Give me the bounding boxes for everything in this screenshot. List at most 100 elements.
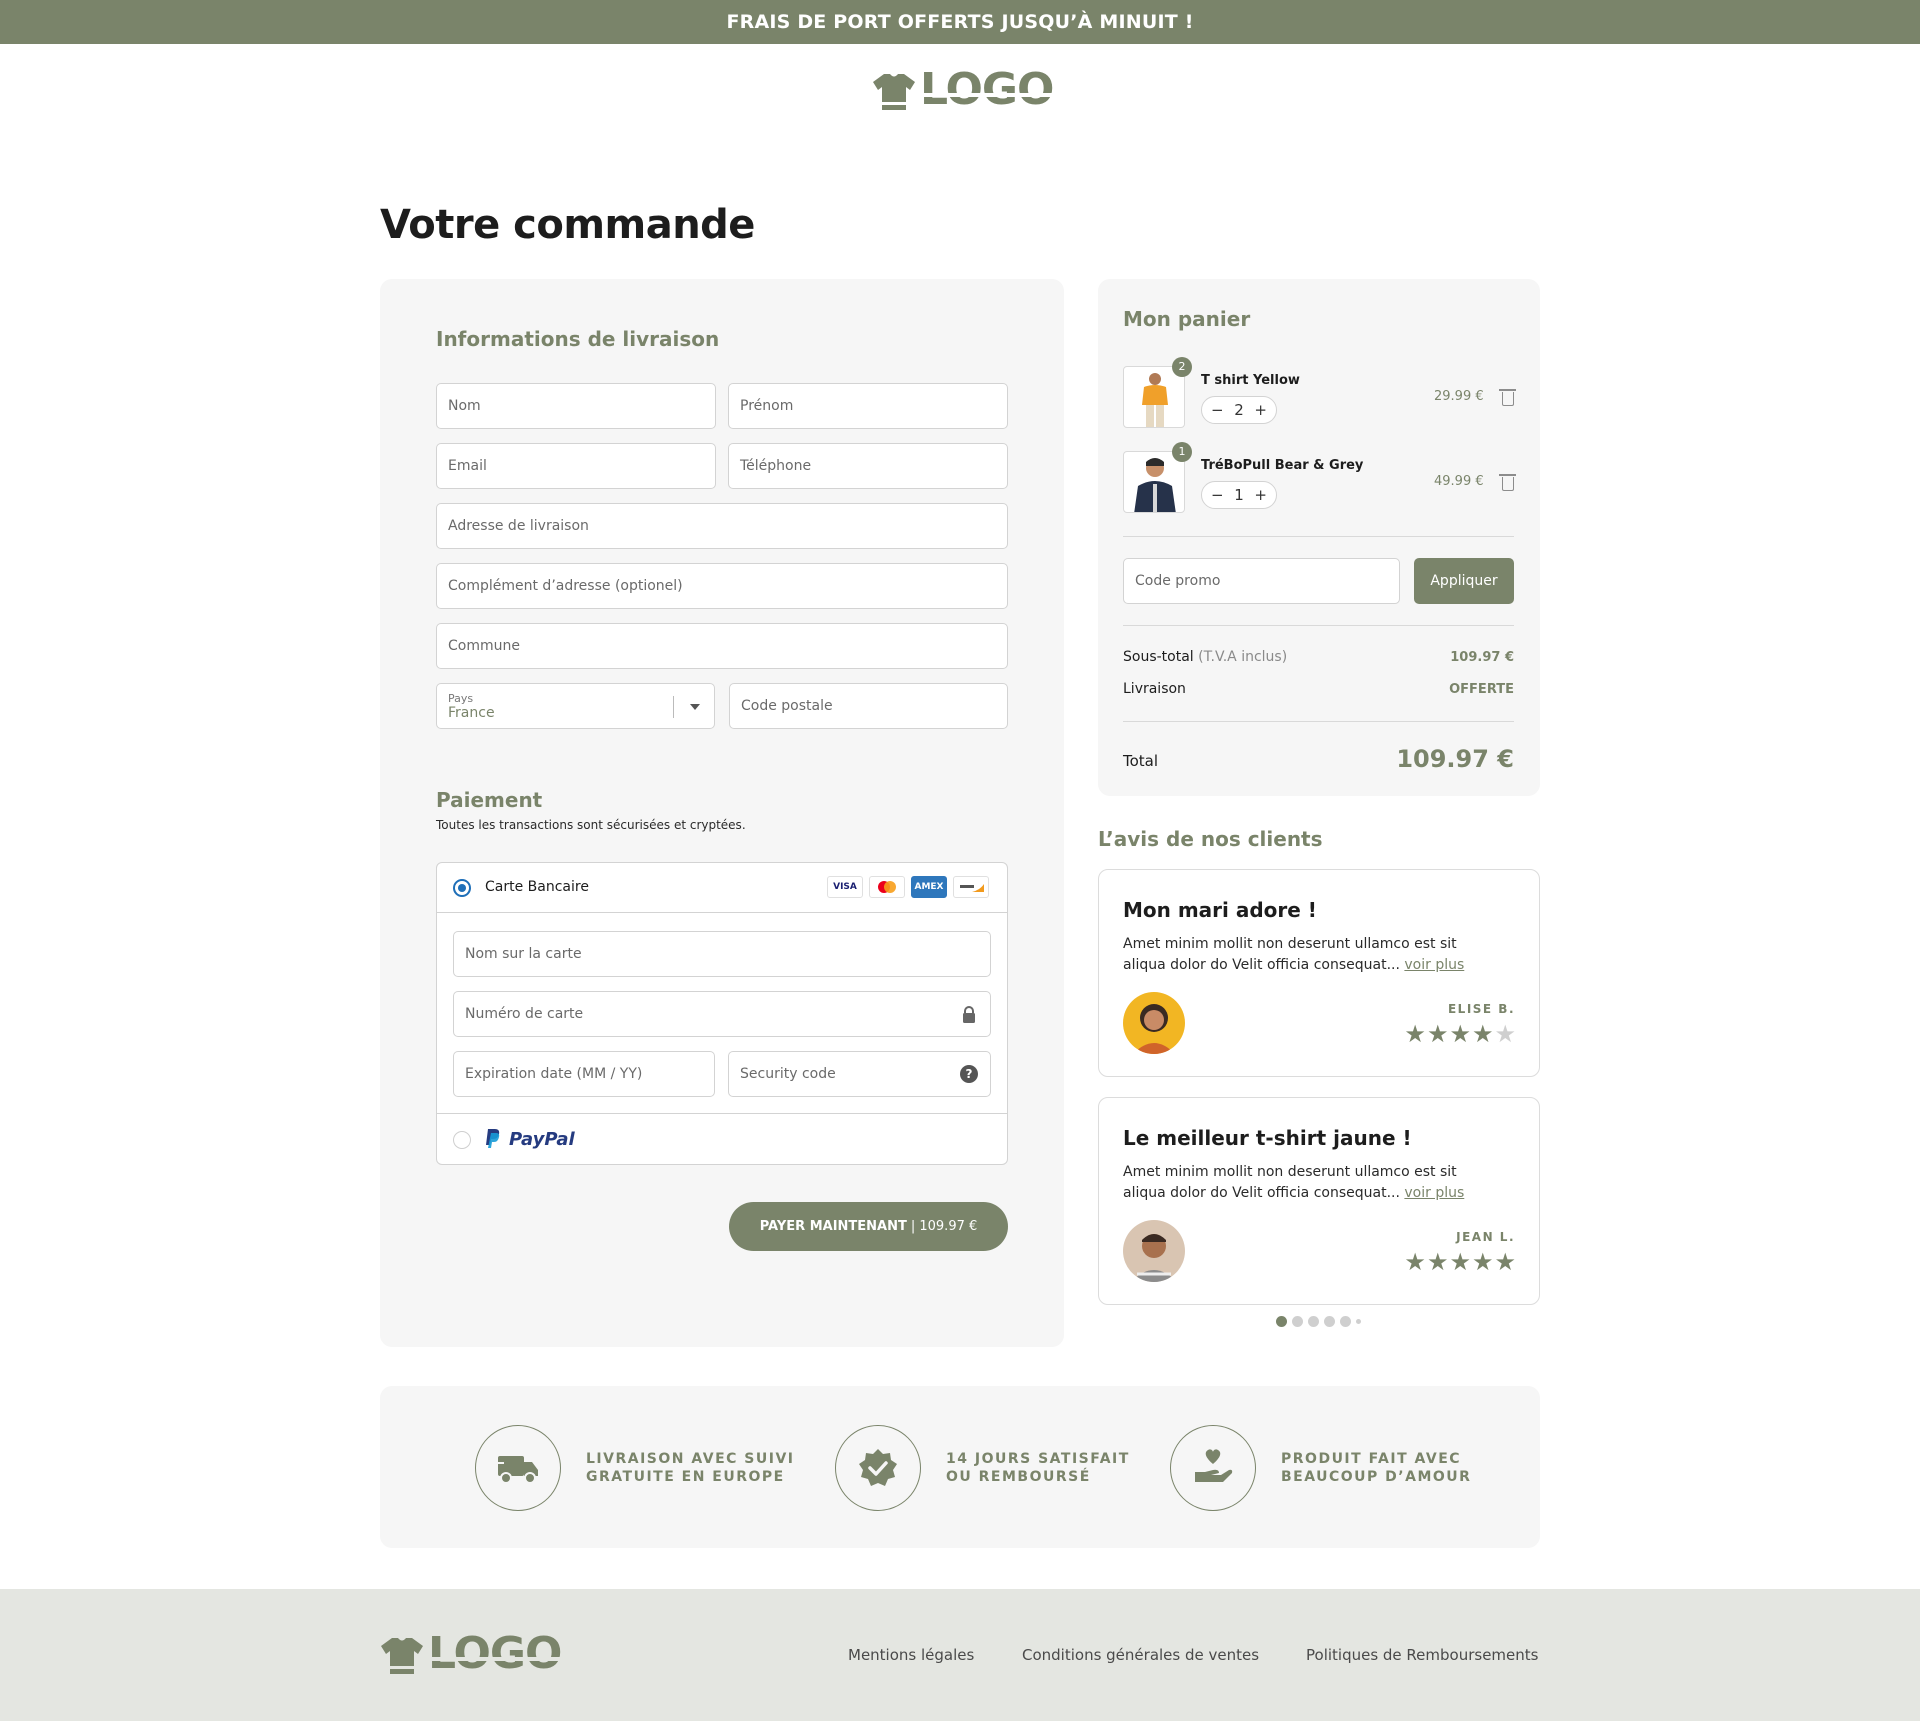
amex-icon: AMEX — [911, 876, 947, 898]
card-number-field[interactable]: Numéro de carte — [453, 991, 991, 1037]
star-icon: ★ — [1449, 1248, 1472, 1276]
card-option-label: Carte Bancaire — [485, 879, 589, 895]
feature-text: LIVRAISON AVEC SUIVI GRATUITE EN EUROPE — [586, 1451, 795, 1485]
page-title: Votre commande — [380, 202, 755, 248]
card-name-field[interactable]: Nom sur la carte — [453, 931, 991, 977]
footer-link-remboursements[interactable]: Politiques de Remboursements — [1306, 1646, 1538, 1664]
star-icon: ★ — [1404, 1020, 1427, 1048]
card-option-row[interactable]: Carte Bancaire VISA AMEX — [437, 863, 1007, 913]
divider — [1123, 536, 1514, 537]
trash-icon[interactable] — [1499, 474, 1516, 491]
reviews-title: L’avis de nos clients — [1098, 827, 1323, 851]
address-field[interactable]: Adresse de livraison — [436, 503, 1008, 549]
plus-button[interactable]: + — [1254, 486, 1267, 504]
payment-methods: Carte Bancaire VISA AMEX Nom sur la cart… — [436, 862, 1008, 1165]
carousel-dot[interactable] — [1292, 1316, 1303, 1327]
star-icon: ★ — [1404, 1248, 1427, 1276]
quantity-stepper[interactable]: − 2 + — [1201, 396, 1277, 424]
country-select[interactable]: Pays France — [436, 683, 715, 729]
lock-icon — [963, 1006, 975, 1023]
trash-icon[interactable] — [1499, 389, 1516, 406]
carousel-dot[interactable] — [1356, 1319, 1361, 1324]
minus-button[interactable]: − — [1211, 486, 1224, 504]
avatar — [1123, 992, 1185, 1054]
card-radio[interactable] — [453, 879, 471, 897]
cart-item-price: 49.99 € — [1434, 474, 1484, 489]
prenom-field[interactable]: Prénom — [728, 383, 1008, 429]
promo-code-input[interactable]: Code promo — [1123, 558, 1400, 604]
cart-item-name: TréBoPull Bear & Grey — [1201, 458, 1364, 473]
payment-title: Paiement — [436, 788, 543, 812]
commune-field[interactable]: Commune — [436, 623, 1008, 669]
verified-badge-icon — [835, 1425, 921, 1511]
total-value: 109.97 € — [1396, 745, 1514, 773]
footer-link-mentions[interactable]: Mentions légales — [848, 1646, 974, 1664]
star-icon: ★ — [1449, 1020, 1472, 1048]
footer-logo[interactable]: LOGO — [380, 1628, 562, 1679]
discover-icon — [953, 876, 989, 898]
footer-link-cgv[interactable]: Conditions générales de ventes — [1022, 1646, 1259, 1664]
chevron-down-icon — [690, 704, 700, 710]
pay-now-button[interactable]: PAYER MAINTENANT | 109.97 € — [729, 1202, 1008, 1251]
nom-field[interactable]: Nom — [436, 383, 716, 429]
delivery-truck-icon — [475, 1425, 561, 1511]
shipping-label: Livraison — [1123, 681, 1186, 697]
paypal-radio[interactable] — [453, 1131, 471, 1149]
quantity-badge: 1 — [1172, 442, 1192, 462]
carousel-dot[interactable] — [1340, 1316, 1351, 1327]
cart-title: Mon panier — [1123, 307, 1251, 331]
postal-code-field[interactable]: Code postale — [729, 683, 1008, 729]
star-icon: ★ — [1426, 1248, 1450, 1276]
header-logo[interactable]: LOGO — [872, 68, 1054, 112]
cart-item-price: 29.99 € — [1434, 389, 1484, 404]
carousel-dot[interactable] — [1276, 1316, 1287, 1327]
plus-button[interactable]: + — [1254, 401, 1267, 419]
feature-text: 14 JOURS SATISFAIT OU REMBOURSÉ — [946, 1451, 1130, 1485]
subtotal-value: 109.97 € — [1450, 650, 1514, 665]
quantity-value: 1 — [1234, 486, 1244, 504]
quantity-value: 2 — [1234, 401, 1244, 419]
address-complement-field[interactable]: Complément d’adresse (optionel) — [436, 563, 1008, 609]
star-icon: ★ — [1426, 1020, 1450, 1048]
read-more-link[interactable]: voir plus — [1404, 957, 1464, 973]
total-label: Total — [1123, 752, 1159, 770]
paypal-option-row[interactable]: PayPal — [437, 1113, 1007, 1164]
help-icon[interactable]: ? — [960, 1065, 978, 1083]
star-icon: ★ — [1494, 1248, 1517, 1276]
review-card: Le meilleur t-shirt jaune ! Amet minim m… — [1098, 1097, 1540, 1305]
quantity-stepper[interactable]: − 1 + — [1201, 481, 1277, 509]
read-more-link[interactable]: voir plus — [1404, 1185, 1464, 1201]
checkout-form-panel — [380, 279, 1064, 1347]
select-divider — [673, 696, 674, 718]
carousel-dot[interactable] — [1308, 1316, 1319, 1327]
shipping-title: Informations de livraison — [436, 327, 720, 351]
paypal-label: PayPal — [509, 1129, 575, 1150]
email-field[interactable]: Email — [436, 443, 716, 489]
star-rating: ★★★★★ — [1404, 1248, 1517, 1276]
feature-text: PRODUIT FAIT AVEC BEAUCOUP D’AMOUR — [1281, 1451, 1472, 1485]
carousel-dot[interactable] — [1324, 1316, 1335, 1327]
telephone-field[interactable]: Téléphone — [728, 443, 1008, 489]
country-value: France — [448, 704, 495, 721]
subtotal-label: Sous-total (T.V.A inclus) — [1123, 649, 1288, 665]
expiration-field[interactable]: Expiration date (MM / YY) — [453, 1051, 715, 1097]
star-icon: ★ — [1471, 1248, 1495, 1276]
avatar — [1123, 1220, 1185, 1282]
mastercard-icon — [869, 876, 905, 898]
payment-subtitle: Toutes les transactions sont sécurisées … — [436, 818, 746, 832]
visa-icon: VISA — [827, 876, 863, 898]
carousel-dots — [1276, 1316, 1361, 1327]
cart-panel — [1098, 279, 1540, 796]
star-icon: ★ — [1471, 1020, 1495, 1048]
minus-button[interactable]: − — [1211, 401, 1224, 419]
divider — [1123, 625, 1514, 626]
logo-text: LOGO — [428, 1628, 562, 1679]
review-author: JEAN L. — [1456, 1230, 1515, 1244]
country-label: Pays — [448, 691, 474, 705]
apply-promo-button[interactable]: Appliquer — [1414, 558, 1514, 604]
security-code-field[interactable]: Security code ? — [728, 1051, 991, 1097]
star-rating: ★★★★★ — [1404, 1020, 1517, 1048]
quantity-badge: 2 — [1172, 357, 1192, 377]
review-card: Mon mari adore ! Amet minim mollit non d… — [1098, 869, 1540, 1077]
star-icon: ★ — [1494, 1020, 1517, 1048]
